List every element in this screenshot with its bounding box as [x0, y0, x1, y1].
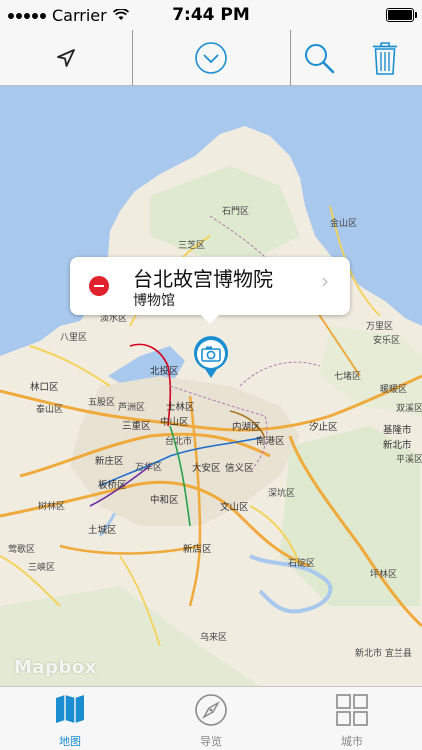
- map-label: 泰山区: [36, 405, 64, 415]
- locate-button[interactable]: [0, 30, 132, 86]
- map-label: 文山区: [220, 502, 249, 513]
- map-label: 中和区: [150, 495, 179, 506]
- map-label: 平溪区: [396, 455, 422, 465]
- trash-icon: [372, 42, 397, 75]
- map-label: 北投区: [150, 366, 179, 377]
- tab-label: 城市: [341, 735, 363, 748]
- map-label: 三重区: [122, 421, 151, 432]
- map-label: 石門区: [222, 207, 250, 217]
- tab-cities[interactable]: 城市: [282, 687, 422, 750]
- camera-icon: [194, 336, 228, 378]
- map-label: 土城区: [88, 525, 117, 536]
- grid-icon: [336, 694, 368, 726]
- search-icon: [305, 44, 335, 74]
- tab-label: 导览: [200, 735, 222, 748]
- map-label: 南港区: [256, 436, 285, 447]
- map-label: 汐止区: [309, 422, 338, 433]
- map-label: 新庄区: [95, 456, 124, 467]
- tab-label: 地图: [59, 735, 81, 748]
- map-label: 安乐区: [373, 336, 401, 346]
- compass-icon: [195, 694, 227, 726]
- tab-bar: 地图 导览 城市: [0, 686, 422, 750]
- map-label: 中山区: [160, 417, 189, 428]
- map-label: 八里区: [60, 333, 88, 343]
- map-label: 信义区: [225, 463, 254, 474]
- app-root: Carrier 7:44 PM 石門区 三芝区 金山区 淡水区 万里区 八里区 …: [0, 0, 422, 750]
- map-label: 三芝区: [178, 241, 206, 251]
- delete-button[interactable]: [347, 30, 422, 86]
- chevron-down-circle-icon: [195, 42, 227, 74]
- chevron-right-icon[interactable]: [320, 277, 330, 287]
- callout-title: 台北故宫博物院: [133, 267, 273, 291]
- map-label: 深坑区: [268, 489, 296, 499]
- map-label: 大安区: [192, 463, 221, 474]
- status-bar: Carrier 7:44 PM: [0, 0, 422, 30]
- map-label: 七堵区: [334, 372, 362, 382]
- map-icon: [56, 695, 84, 723]
- map-label: 五股区: [88, 398, 116, 408]
- tab-map[interactable]: 地图: [0, 687, 140, 750]
- map-label: 三峡区: [28, 563, 56, 573]
- map-label: 石碇区: [288, 559, 316, 569]
- map-label: 新北市: [383, 440, 412, 451]
- map-label: 莺歌区: [8, 545, 36, 555]
- map-label: 板桥区: [98, 480, 127, 491]
- place-callout[interactable]: 台北故宫博物院 博物馆: [70, 257, 350, 324]
- map-label: 暖暖区: [380, 385, 408, 395]
- map-pin[interactable]: [191, 336, 231, 380]
- map-label: 林口区: [30, 382, 59, 393]
- map-label: 万里区: [366, 322, 394, 332]
- mapbox-attribution[interactable]: Mapbox: [14, 657, 97, 678]
- tab-guide[interactable]: 导览: [141, 687, 281, 750]
- callout-subtitle: 博物馆: [133, 293, 175, 309]
- remove-circle-icon[interactable]: [89, 276, 109, 296]
- map-label: 芦洲区: [118, 403, 146, 413]
- map-label: 基隆市: [383, 425, 412, 436]
- map-label: 万华区: [135, 463, 163, 473]
- map-view[interactable]: 石門区 三芝区 金山区 淡水区 万里区 八里区 北投区 林口区 五股区 泰山区 …: [0, 86, 422, 686]
- map-label: 新店区: [183, 544, 212, 555]
- map-label: 树林区: [38, 502, 66, 512]
- map-label: 乌来区: [200, 633, 228, 643]
- map-label: 新北市 宜兰县: [355, 649, 412, 659]
- location-arrow-icon: [57, 49, 75, 67]
- map-label: 士林区: [166, 402, 195, 413]
- map-label: 金山区: [330, 219, 358, 229]
- toolbar: [0, 30, 422, 86]
- status-time: 7:44 PM: [172, 5, 250, 25]
- map-label: 坪林区: [370, 570, 398, 580]
- battery-icon: [386, 8, 417, 22]
- search-button[interactable]: [291, 30, 347, 86]
- map-label: 双溪区: [396, 404, 422, 414]
- map-canvas: [0, 126, 422, 686]
- map-label: 台北市: [165, 437, 193, 447]
- map-label: 内湖区: [232, 422, 261, 433]
- dropdown-button[interactable]: [133, 30, 289, 86]
